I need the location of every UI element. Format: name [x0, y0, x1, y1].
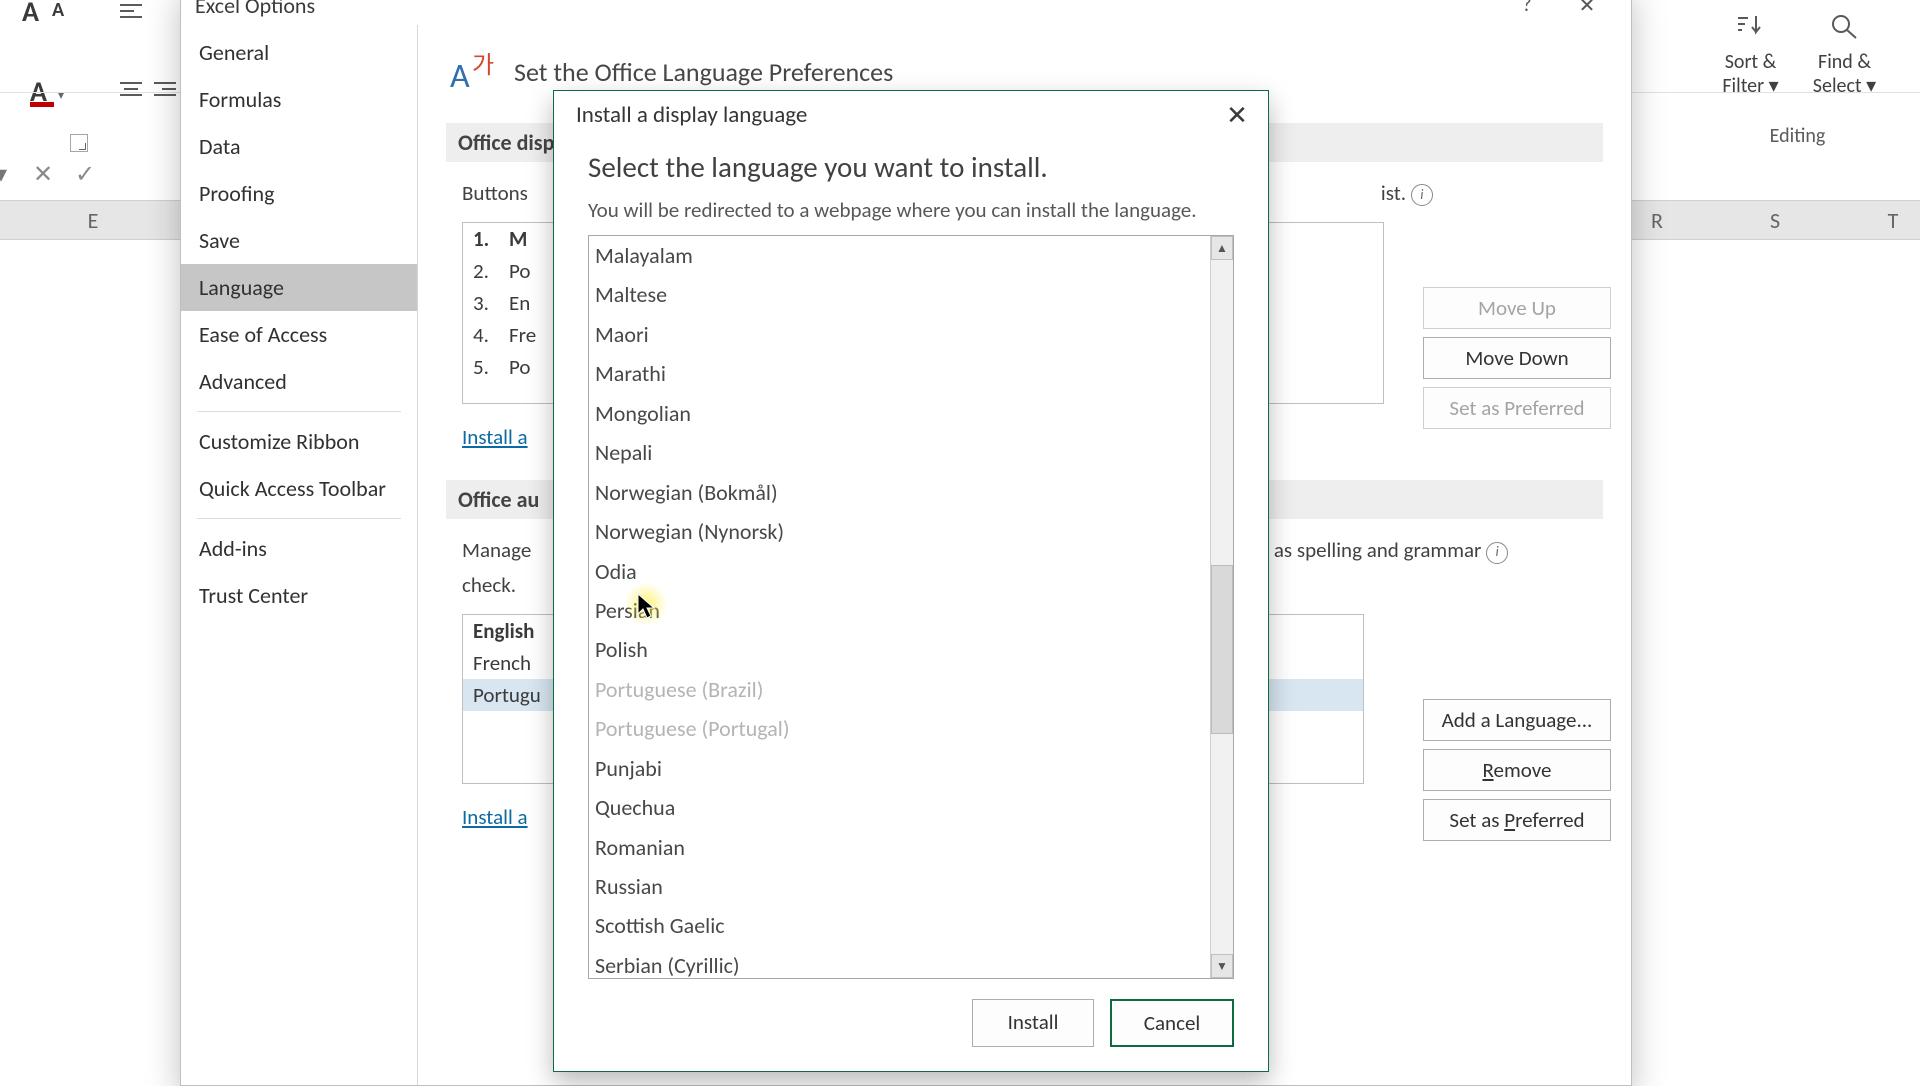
install-dialog-title: Install a display language	[576, 101, 807, 129]
editing-group: Sort & Filter ▾ Find & Select ▾ Editing	[1705, 12, 1890, 127]
align-center-icon[interactable]	[118, 80, 144, 106]
sidebar-item-advanced[interactable]: Advanced	[181, 358, 417, 405]
install-language-dialog: Install a display language ✕ Select the …	[553, 90, 1269, 1072]
move-down-button[interactable]: Move Down	[1423, 337, 1611, 379]
sidebar-item-proofing[interactable]: Proofing	[181, 170, 417, 217]
install-dialog-subtext: You will be redirected to a webpage wher…	[588, 197, 1234, 223]
install-button[interactable]: Install	[972, 999, 1094, 1047]
increase-font-icon[interactable]: A	[22, 0, 39, 29]
language-item[interactable]: Maori	[589, 315, 1210, 354]
scroll-thumb[interactable]	[1211, 565, 1233, 734]
language-item[interactable]: Odia	[589, 552, 1210, 591]
install-dialog-titlebar: Install a display language ✕	[554, 91, 1268, 139]
add-language-button[interactable]: Add a Language...	[1423, 699, 1611, 741]
language-item[interactable]: Norwegian (Nynorsk)	[589, 512, 1210, 551]
svg-text:A: A	[450, 56, 470, 97]
sidebar-item-addins[interactable]: Add-ins	[181, 525, 417, 572]
sidebar-item-general[interactable]: General	[181, 29, 417, 76]
authoring-buttons-stack: Add a Language... Remove Set as Preferre…	[1423, 699, 1611, 841]
scroll-track[interactable]	[1211, 260, 1233, 954]
sidebar-item-formulas[interactable]: Formulas	[181, 76, 417, 123]
scroll-down-icon[interactable]: ▼	[1211, 954, 1233, 978]
language-item[interactable]: Serbian (Cyrillic)	[589, 946, 1210, 978]
language-item[interactable]: Malayalam	[589, 236, 1210, 275]
display-buttons-stack: Move Up Move Down Set as Preferred	[1423, 287, 1611, 429]
find-select-button[interactable]: Find & Select ▾	[1805, 12, 1885, 98]
col-e[interactable]: E	[68, 207, 118, 234]
language-header-title: Set the Office Language Preferences	[514, 56, 893, 88]
sidebar-item-language[interactable]: Language	[181, 264, 417, 311]
language-item[interactable]: Quechua	[589, 788, 1210, 827]
install-proofing-link[interactable]: Install a	[462, 804, 528, 830]
remove-language-button[interactable]: Remove	[1423, 749, 1611, 791]
language-item[interactable]: Russian	[589, 867, 1210, 906]
set-preferred-button-2[interactable]: Set as Preferred	[1423, 799, 1611, 841]
language-item[interactable]: Punjabi	[589, 749, 1210, 788]
install-display-language-link[interactable]: Install a	[462, 424, 528, 450]
confirm-formula-icon[interactable]: ✓	[64, 160, 106, 189]
chevron-down-icon[interactable]: ▾	[58, 88, 64, 103]
formula-dropdown-icon[interactable]: ▾	[0, 160, 22, 189]
sidebar-item-trust[interactable]: Trust Center	[181, 572, 417, 619]
col-r[interactable]: R	[1632, 207, 1682, 234]
sidebar-item-data[interactable]: Data	[181, 123, 417, 170]
language-item[interactable]: Norwegian (Bokmål)	[589, 473, 1210, 512]
sidebar-separator	[197, 411, 401, 412]
language-item[interactable]: Mongolian	[589, 394, 1210, 433]
find-select-label: Find & Select ▾	[1813, 50, 1876, 98]
close-icon[interactable]: ✕	[1220, 102, 1254, 128]
editing-group-label: Editing	[1705, 124, 1890, 148]
options-help-button[interactable]: ?	[1497, 0, 1557, 17]
language-item[interactable]: Marathi	[589, 354, 1210, 393]
language-listbox[interactable]: MalayalamMalteseMaoriMarathiMongolianNep…	[588, 235, 1234, 979]
language-item: Portuguese (Brazil)	[589, 670, 1210, 709]
info-icon[interactable]: i	[1486, 542, 1508, 564]
sidebar-separator	[197, 518, 401, 519]
info-icon[interactable]: i	[1411, 184, 1433, 206]
move-up-button[interactable]: Move Up	[1423, 287, 1611, 329]
sort-filter-button[interactable]: Sort & Filter ▾	[1711, 12, 1791, 98]
options-close-button[interactable]: ✕	[1557, 0, 1617, 18]
scroll-up-icon[interactable]: ▲	[1211, 236, 1233, 260]
sidebar-item-save[interactable]: Save	[181, 217, 417, 264]
align-right-icon[interactable]	[152, 80, 178, 106]
formula-bar: ▾ ✕ ✓	[0, 148, 180, 200]
svg-text:가: 가	[472, 51, 494, 80]
set-preferred-button[interactable]: Set as Preferred	[1423, 387, 1611, 429]
language-item[interactable]: Scottish Gaelic	[589, 906, 1210, 945]
language-item: Portuguese (Portugal)	[589, 709, 1210, 748]
language-item[interactable]: Romanian	[589, 828, 1210, 867]
sidebar-item-customize-ribbon[interactable]: Customize Ribbon	[181, 418, 417, 465]
language-item[interactable]: Polish	[589, 630, 1210, 669]
install-dialog-heading: Select the language you want to install.	[588, 149, 1234, 185]
section-authoring-label: Office au	[458, 486, 539, 513]
font-color-swatch	[30, 102, 54, 107]
language-list-viewport: MalayalamMalteseMaoriMarathiMongolianNep…	[589, 236, 1210, 978]
cancel-button[interactable]: Cancel	[1110, 999, 1234, 1047]
language-header-icon: A 가	[446, 47, 496, 97]
sort-filter-icon	[1711, 12, 1791, 46]
language-item[interactable]: Persian	[589, 591, 1210, 630]
cancel-formula-icon[interactable]: ✕	[22, 160, 64, 189]
install-dialog-footer: Install Cancel	[554, 979, 1268, 1069]
find-select-icon	[1805, 12, 1885, 46]
options-sidebar: General Formulas Data Proofing Save Lang…	[181, 25, 418, 1085]
sidebar-item-ease[interactable]: Ease of Access	[181, 311, 417, 358]
col-t[interactable]: T	[1868, 207, 1918, 234]
decrease-font-icon[interactable]: A	[52, 0, 64, 22]
align-left-icon[interactable]	[118, 2, 144, 28]
scrollbar[interactable]: ▲ ▼	[1210, 236, 1233, 978]
language-item[interactable]: Nepali	[589, 433, 1210, 472]
language-item[interactable]: Maltese	[589, 275, 1210, 314]
excel-options-titlebar: Excel Options ? ✕	[181, 0, 1631, 25]
sort-filter-label: Sort & Filter ▾	[1722, 50, 1778, 98]
col-s[interactable]: S	[1750, 207, 1800, 234]
sidebar-item-qat[interactable]: Quick Access Toolbar	[181, 465, 417, 512]
excel-options-title: Excel Options	[195, 0, 315, 19]
